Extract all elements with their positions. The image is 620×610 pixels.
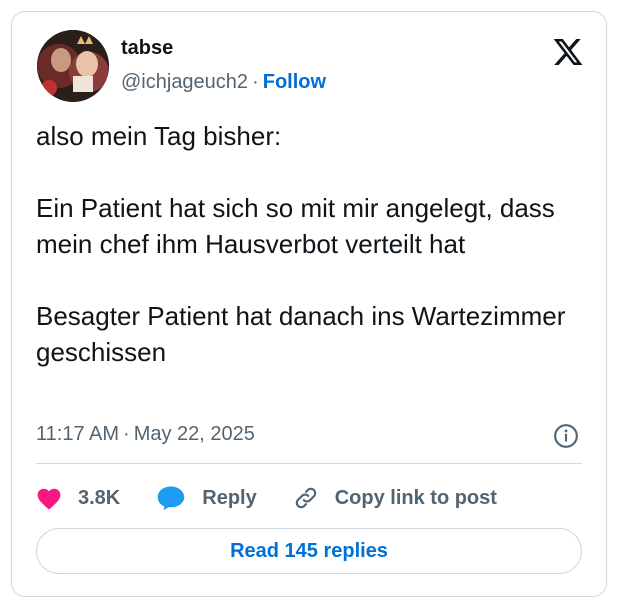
tweet-line: Besagter Patient hat danach ins Wartezim… xyxy=(36,301,566,367)
avatar[interactable] xyxy=(37,30,109,102)
tweet-blank-line xyxy=(36,262,586,298)
copy-link-label: Copy link to post xyxy=(334,486,497,509)
tweet-timestamp[interactable]: 11:17 AM · May 22, 2025 xyxy=(36,422,255,446)
reply-label: Reply xyxy=(202,486,257,509)
author-handle-row: @ichjageuch2 · Follow xyxy=(121,70,326,94)
x-logo-icon[interactable] xyxy=(552,36,584,68)
like-count: 3.8K xyxy=(78,486,121,509)
read-replies-label: Read 145 replies xyxy=(230,539,388,562)
link-icon xyxy=(293,485,319,511)
follow-link[interactable]: Follow xyxy=(263,71,326,93)
reply-button[interactable]: Reply xyxy=(156,485,257,511)
author-handle[interactable]: @ichjageuch2 xyxy=(121,71,248,93)
reply-icon xyxy=(156,485,186,511)
tweet-date: May 22, 2025 xyxy=(133,423,255,445)
heart-icon xyxy=(36,486,62,510)
copy-link-button[interactable]: Copy link to post xyxy=(293,485,497,511)
tweet-line: also mein Tag bisher: xyxy=(36,121,282,151)
separator: · xyxy=(252,71,259,93)
read-replies-button[interactable]: Read 145 replies xyxy=(36,528,582,574)
tweet-time: 11:17 AM xyxy=(36,423,120,445)
separator: · xyxy=(123,423,130,445)
action-bar: 3.8K Reply Copy link to post xyxy=(36,482,533,514)
info-icon[interactable] xyxy=(553,423,579,449)
tweet-blank-line xyxy=(36,154,586,190)
tweet-embed-card: tabse @ichjageuch2 · Follow also mein Tag … xyxy=(11,11,607,597)
author-name[interactable]: tabse xyxy=(121,36,173,60)
tweet-text: also mein Tag bisher: Ein Patient hat si… xyxy=(36,118,586,370)
like-button[interactable]: 3.8K xyxy=(36,486,120,510)
divider xyxy=(36,463,582,464)
tweet-line: Ein Patient hat sich so mit mir angelegt… xyxy=(36,193,555,259)
